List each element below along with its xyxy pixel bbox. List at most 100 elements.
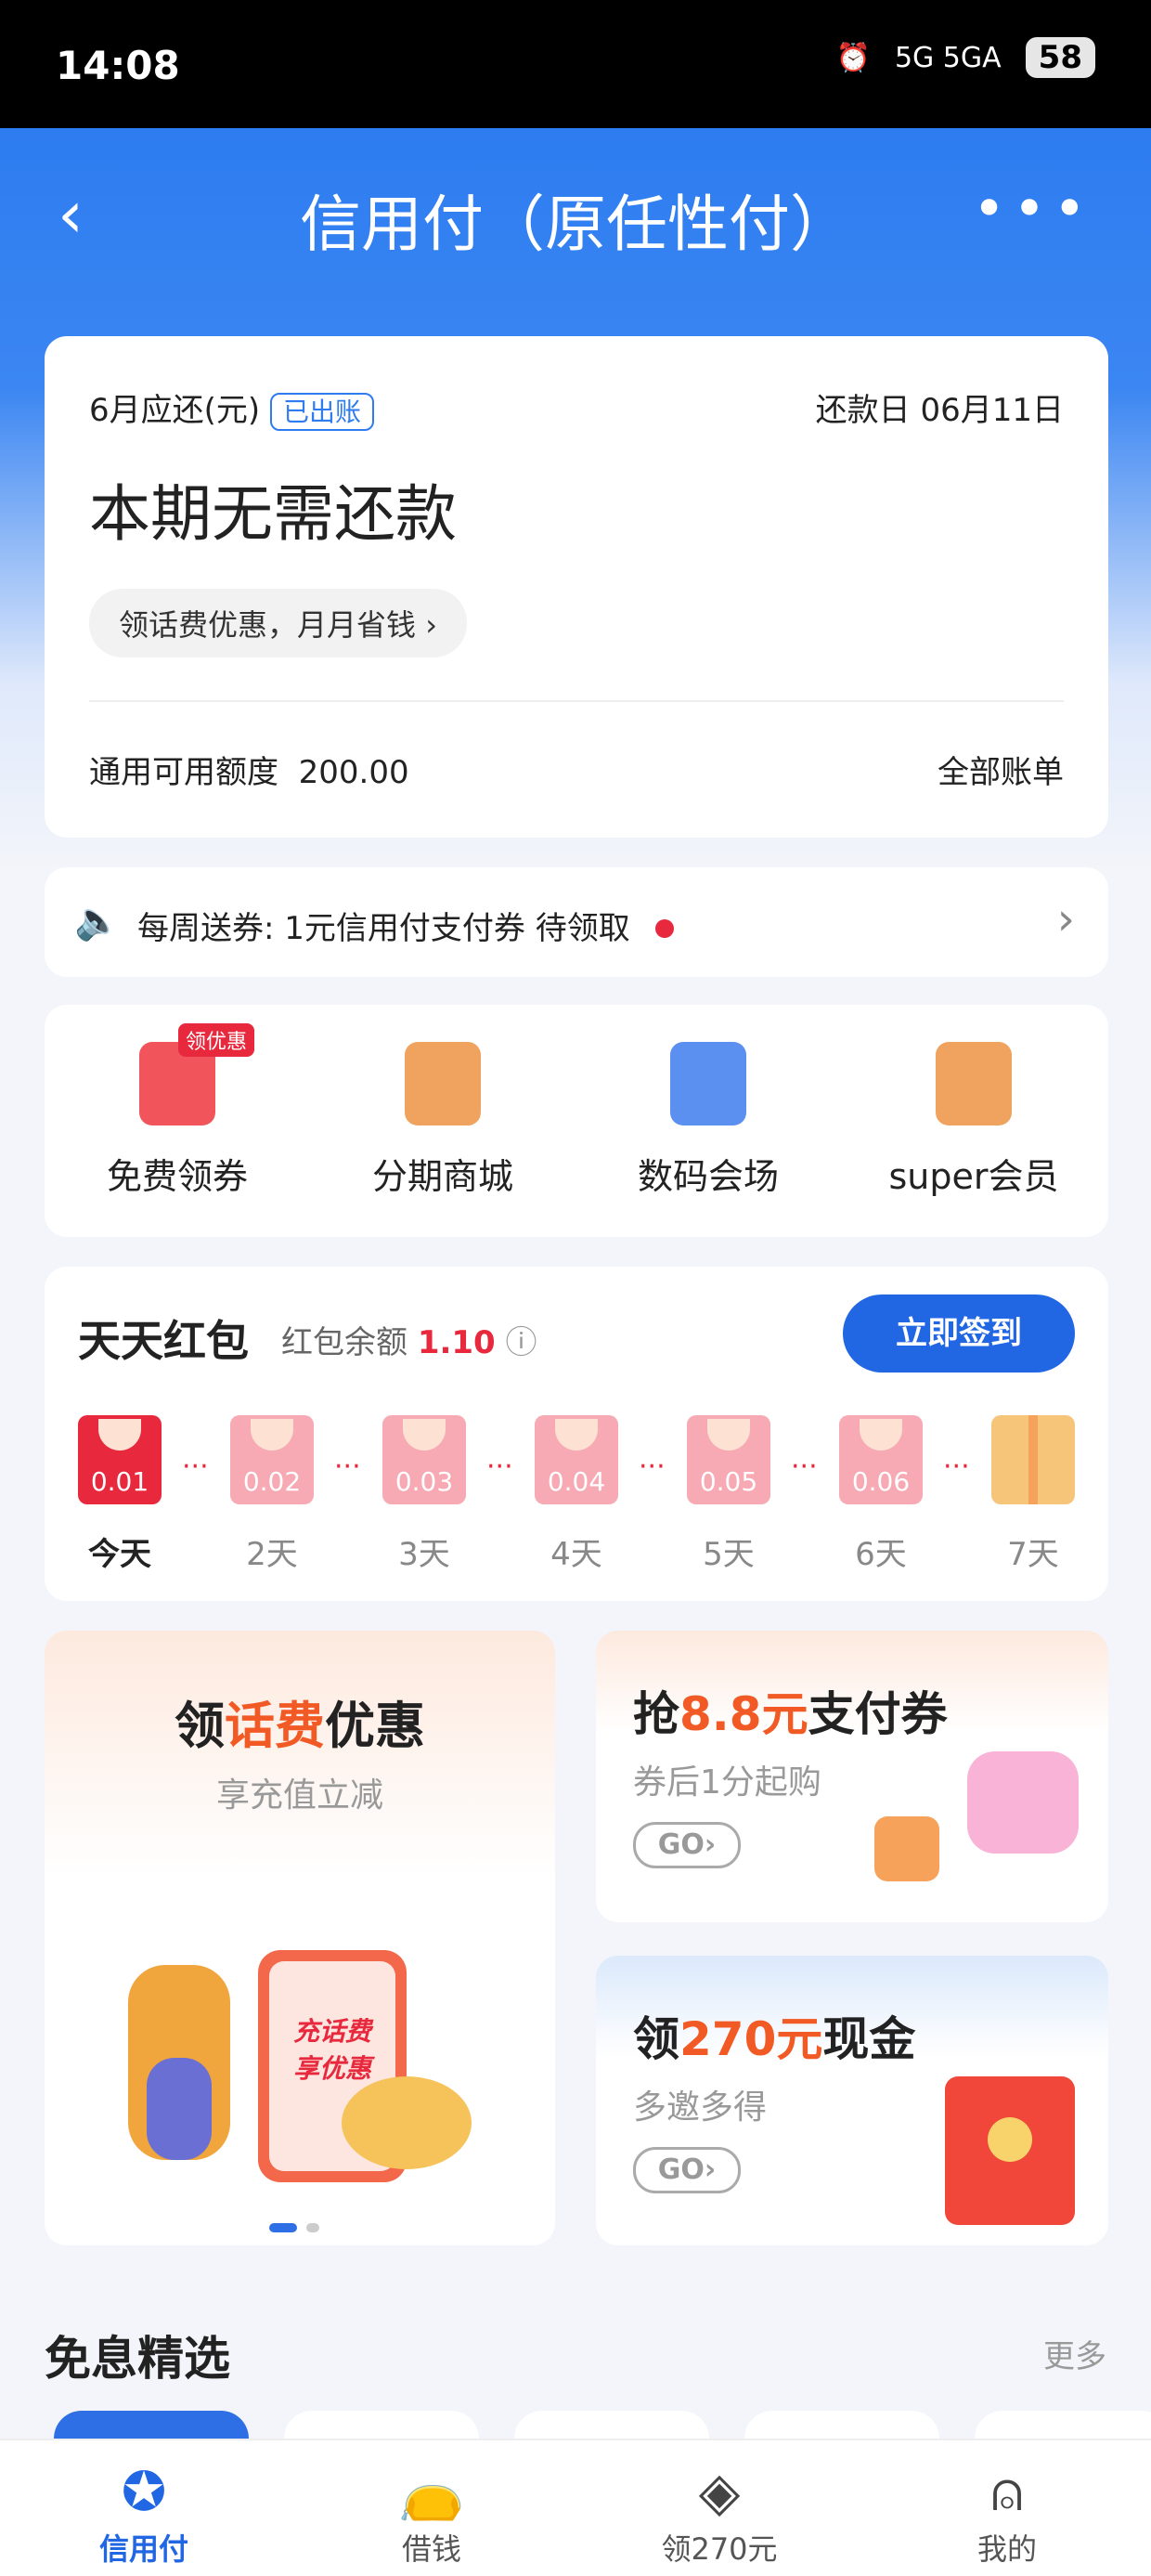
promo-card-coupon[interactable]: 抢8.8元支付券 券后1分起购 GO› (596, 1631, 1108, 1922)
carousel-dot (306, 2223, 319, 2232)
bottom-tab-bar: ✪ 信用付 👝 借钱 ◈ 领270元 ⍝ 我的 (0, 2439, 1151, 2576)
promo-title-a: 领 (175, 1697, 225, 1755)
red-envelope-icon: 0.05 (687, 1415, 770, 1504)
network-label: 5G 5GA (894, 41, 1002, 74)
status-time: 14:08 (56, 43, 180, 88)
red-envelope-icon: 0.02 (230, 1415, 314, 1504)
dots-separator: ··· (334, 1451, 361, 1483)
chevron-right-icon: › (425, 607, 437, 643)
tab-label: 我的 (976, 2531, 1037, 2567)
red-envelope-icon: 0.04 (535, 1415, 618, 1504)
day-label: 今天 (88, 1536, 151, 1573)
day-amount: 0.06 (851, 1466, 911, 1497)
day-item: 0.03 3天 (382, 1415, 466, 1574)
info-icon[interactable]: ⓘ (506, 1324, 537, 1361)
all-bills-link[interactable]: 全部账单 (938, 747, 1064, 792)
tab-label: 信用付 (98, 2531, 188, 2567)
tab-borrow[interactable]: 👝 借钱 (288, 2461, 576, 2569)
quick-free-coupon[interactable]: 领优惠 免费领券 (45, 1023, 310, 1199)
bill-month-label: 6月应还(元) 已出账 (89, 384, 374, 431)
red-envelope-icon: 0.01 (78, 1415, 162, 1504)
chevron-right-icon: › (1056, 893, 1075, 945)
day-label: 5天 (703, 1536, 755, 1573)
sign-in-button[interactable]: 立即签到 (843, 1295, 1075, 1373)
red-envelope-icon: 0.03 (382, 1415, 466, 1504)
status-bar: 14:08 ⏰ 5G 5GA 58 (0, 0, 1151, 128)
red-packet-title: 天天红包 (78, 1316, 249, 1366)
notice-bar[interactable]: 🔈 每周送券: 1元信用付支付券 待领取 › (45, 867, 1108, 977)
quick-label: 数码会场 (637, 1156, 779, 1197)
day-item: 0.02 2天 (230, 1415, 314, 1574)
more-link[interactable]: 更多 (1043, 2331, 1106, 2376)
promo-title-b: 话费 (225, 1697, 325, 1755)
promo-card-cash[interactable]: 领270元现金 多邀多得 GO› (596, 1956, 1108, 2245)
money-bag-icon: 👝 (397, 2460, 466, 2523)
dots-separator: ··· (791, 1451, 818, 1483)
promo-subtitle: 券后1分起购 (633, 1763, 821, 1802)
go-button[interactable]: GO› (633, 2147, 741, 2193)
promo-title-a: 抢 (633, 1687, 679, 1741)
day-item: 0.01 今天 (78, 1415, 162, 1574)
crown-icon (936, 1042, 1012, 1125)
balance-row: 红包余额 1.10 ⓘ (281, 1317, 537, 1362)
promo-pill[interactable]: 领话费优惠，月月省钱 › (89, 589, 467, 657)
limit-value: 200.00 (298, 754, 409, 791)
coin-icon: ◈ (698, 2460, 741, 2523)
day-item: 7天 (991, 1415, 1075, 1574)
more-dots-icon[interactable]: ••• (973, 176, 1093, 241)
section-title: 免息精选 (45, 2332, 230, 2386)
go-button[interactable]: GO› (633, 1822, 741, 1868)
day-amount: 0.03 (394, 1466, 454, 1497)
tab-label: 借钱 (401, 2531, 461, 2567)
quick-digital-venue[interactable]: 数码会场 (576, 1042, 841, 1199)
phone-text: 充话费 享优惠 (277, 2011, 388, 2086)
day-amount: 0.02 (242, 1466, 302, 1497)
due-date: 还款日 06月11日 (815, 392, 1064, 429)
promo-title-c: 现金 (822, 2012, 916, 2066)
tablet-icon (670, 1042, 746, 1125)
bill-amount-text: 本期无需还款 (89, 478, 457, 550)
coin-stack-illustration (342, 2076, 472, 2169)
phone-text-2: 享优惠 (292, 2053, 371, 2084)
day-label: 3天 (398, 1536, 450, 1573)
credit-limit: 通用可用额度 200.00 (89, 747, 409, 792)
promo-title: 抢8.8元支付券 (633, 1677, 948, 1744)
promo-title-c: 优惠 (325, 1697, 425, 1755)
balance-label: 红包余额 (281, 1324, 407, 1361)
quick-installment-mall[interactable]: 分期商城 (310, 1042, 576, 1199)
promo-card-phone-bill[interactable]: 领话费优惠 享充值立减 充话费 享优惠 (45, 1631, 555, 2245)
promo-subtitle: 享充值立减 (215, 1776, 383, 1815)
person-illustration (128, 1965, 230, 2160)
dots-separator: ··· (639, 1451, 666, 1483)
phone-text-1: 充话费 (292, 2016, 371, 2047)
dots-separator: ··· (486, 1451, 513, 1483)
gift-box-icon (967, 1751, 1079, 1854)
day-label: 7天 (1007, 1536, 1059, 1573)
billed-tag: 已出账 (269, 393, 374, 431)
small-gift-icon (874, 1816, 939, 1881)
red-envelope-illustration (945, 2076, 1075, 2225)
day-label: 2天 (246, 1536, 298, 1573)
quick-super-member[interactable]: super会员 (841, 1042, 1106, 1199)
day-amount: 0.04 (547, 1466, 606, 1497)
quick-actions: 领优惠 免费领券 分期商城 数码会场 super会员 (45, 1005, 1108, 1237)
credit-pay-icon: ✪ (121, 2460, 167, 2523)
tab-mine[interactable]: ⍝ 我的 (863, 2461, 1151, 2569)
promo-title-c: 支付券 (808, 1687, 948, 1741)
daily-red-packet: 天天红包 红包余额 1.10 ⓘ 立即签到 0.01 今天 ··· 0.02 2… (45, 1267, 1108, 1601)
bill-label-text: 6月应还(元) (89, 392, 261, 429)
day-amount: 0.01 (90, 1466, 149, 1497)
red-envelope-icon: 领优惠 (139, 1023, 255, 1125)
promo-title-a: 领 (633, 2012, 679, 2066)
limit-label: 通用可用额度 (89, 754, 278, 791)
day-item: 0.04 4天 (535, 1415, 618, 1574)
day-label: 4天 (550, 1536, 602, 1573)
day-label: 6天 (855, 1536, 907, 1573)
coupon-badge: 领优惠 (178, 1023, 255, 1057)
battery-icon: 58 (1025, 37, 1095, 78)
promo-subtitle: 多邀多得 (633, 2088, 768, 2127)
balance-value: 1.10 (417, 1324, 496, 1361)
tab-get-cash[interactable]: ◈ 领270元 (576, 2461, 863, 2569)
tab-credit-pay[interactable]: ✪ 信用付 (0, 2461, 288, 2569)
red-envelope-icon: 0.06 (839, 1415, 923, 1504)
